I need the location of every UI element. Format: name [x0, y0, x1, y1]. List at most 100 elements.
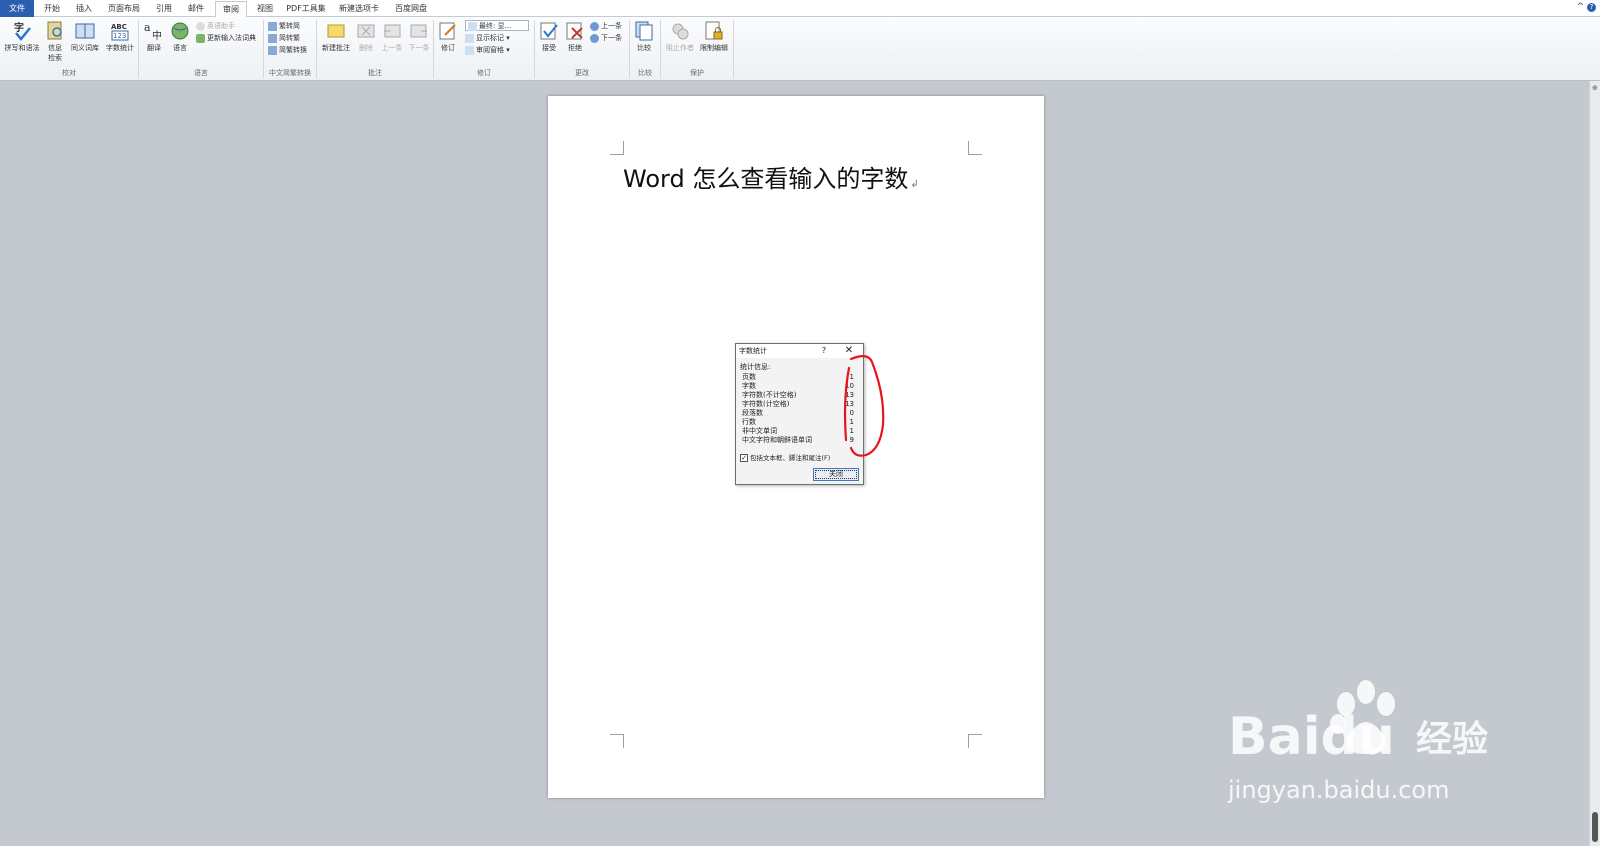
accept-button[interactable]: 接受 [537, 20, 561, 53]
to-simplified-label: 繁转简 [279, 22, 300, 30]
restrict-editing-button[interactable]: 限制编辑 [698, 20, 730, 53]
display-for-review-select[interactable]: 最终: 显... [465, 20, 529, 31]
tab-pdf-tools[interactable]: PDF工具集 [283, 1, 329, 16]
stat-label: 段落数 [742, 409, 763, 417]
new-comment-button[interactable]: 新建批注 [319, 20, 353, 53]
scrollbar-thumb[interactable] [1592, 812, 1598, 842]
track-changes-icon [439, 22, 456, 40]
next-change-button[interactable]: 下一条 [590, 33, 622, 44]
thesaurus-button[interactable]: 同义词库 [68, 20, 102, 53]
accept-label: 接受 [542, 44, 556, 52]
svg-text:123: 123 [113, 32, 126, 40]
tab-mailings[interactable]: 邮件 [182, 1, 210, 16]
close-icon[interactable]: ✕ [842, 344, 856, 358]
spelling-icon: 字 [14, 21, 31, 41]
previous-comment-label: 上一条 [381, 44, 403, 52]
tab-file[interactable]: 文件 [0, 0, 34, 17]
block-authors-button[interactable]: 阻止作者 [664, 20, 696, 53]
track-changes-label: 修订 [441, 44, 455, 52]
tab-review[interactable]: 审阅 [215, 1, 247, 18]
svg-text:中: 中 [152, 29, 162, 42]
stat-row: 页数 1 [742, 373, 854, 382]
ribbon-help-icon[interactable]: ^ ? [1577, 2, 1596, 12]
english-assistant-icon [196, 21, 205, 31]
display-review-icon [468, 21, 477, 31]
research-button[interactable]: 信息 检索 [44, 20, 66, 63]
tab-references[interactable]: 引用 [150, 1, 178, 16]
tab-new-tab[interactable]: 新建选项卡 [333, 1, 385, 16]
document-title-text: Word 怎么查看输入的字数 [623, 165, 909, 193]
stat-row: 中文字符和朝鲜语单词 9 [742, 436, 854, 445]
reviewing-pane-label: 审阅窗格 [476, 46, 504, 54]
group-separator [733, 20, 734, 78]
previous-comment-button[interactable]: 上一条 [379, 20, 405, 53]
tab-insert[interactable]: 插入 [70, 1, 98, 16]
help-icon[interactable]: ? [818, 344, 830, 358]
reject-button[interactable]: 拒绝 [563, 20, 587, 53]
research-label-1: 信息 [48, 44, 62, 52]
word-count-button[interactable]: ABC 123 字数统计 [103, 20, 137, 53]
watermark-cn: 经验 [1416, 719, 1489, 760]
margin-corner-mark [610, 734, 624, 748]
word-count-icon: ABC123 [111, 23, 129, 41]
group-label-comments: 批注 [368, 69, 382, 77]
delete-comment-icon [357, 24, 375, 38]
svg-text:字: 字 [14, 21, 24, 34]
previous-change-button[interactable]: 上一条 [590, 21, 622, 32]
group-label-language: 语言 [194, 69, 208, 77]
compare-label: 比较 [637, 44, 651, 52]
to-simplified-icon [268, 21, 277, 31]
conversion-button[interactable]: 简繁转换 [268, 45, 307, 56]
statistics-label: 统计信息: [740, 363, 771, 371]
ruler-toggle-icon[interactable]: ⊕ [1592, 85, 1599, 92]
show-markup-icon [465, 33, 474, 43]
watermark-brand: Baidu [1228, 707, 1395, 766]
translate-button[interactable]: a中 翻译 [142, 20, 166, 53]
tab-view[interactable]: 视图 [251, 1, 279, 16]
vertical-scrollbar[interactable]: ⊕ [1589, 81, 1600, 846]
stat-row: 行数 1 [742, 418, 854, 427]
tab-baidu-netdisk[interactable]: 百度网盘 [389, 1, 433, 16]
compare-button[interactable]: 比较 [632, 20, 656, 53]
stat-value: 1 [849, 427, 854, 435]
stat-label: 行数 [742, 418, 756, 426]
delete-comment-button[interactable]: 删除 [354, 20, 378, 53]
margin-corner-mark [968, 734, 982, 748]
to-simplified-button[interactable]: 繁转简 [268, 21, 300, 32]
block-authors-icon [672, 23, 689, 40]
translate-label: 翻译 [147, 44, 161, 52]
conversion-label: 简繁转换 [279, 46, 307, 54]
close-button[interactable]: 关闭 [813, 468, 859, 481]
stat-value: 1 [849, 373, 854, 381]
stat-row: 字数 10 [742, 382, 854, 391]
stat-row: 字符数(计空格) 13 [742, 400, 854, 409]
show-markup-button[interactable]: 显示标记 ▾ [465, 33, 510, 44]
document-text[interactable]: Word 怎么查看输入的字数 ↲ [623, 159, 919, 194]
to-traditional-button[interactable]: 简转繁 [268, 33, 300, 44]
tab-page-layout[interactable]: 页面布局 [102, 1, 146, 16]
stat-row: 非中文单词 1 [742, 427, 854, 436]
stat-label: 页数 [742, 373, 756, 381]
compare-icon [635, 21, 653, 41]
spelling-grammar-button[interactable]: 字 拼写和语法 [2, 20, 42, 53]
group-label-compare: 比较 [638, 69, 652, 77]
group-label-proofing: 校对 [62, 69, 76, 77]
word-count-label: 字数统计 [106, 44, 134, 52]
track-changes-button[interactable]: 修订 [436, 20, 460, 53]
reviewing-pane-button[interactable]: 审阅窗格 ▾ [465, 45, 510, 56]
reviewing-pane-icon [465, 45, 474, 55]
language-button[interactable]: 语言 [168, 20, 192, 53]
english-assistant-button[interactable]: 英语助手 [196, 21, 235, 32]
stat-label: 字符数(不计空格) [742, 391, 797, 399]
next-comment-icon [410, 24, 427, 38]
tab-home[interactable]: 开始 [38, 1, 66, 16]
word-count-dialog: 字数统计 ? ✕ 统计信息: 页数 1 字数 10 字符数(不计空格) 13 字符数(… [735, 343, 864, 485]
stat-value: 13 [845, 400, 854, 408]
svg-text:ABC: ABC [111, 23, 127, 31]
restrict-editing-lock-icon [705, 21, 723, 40]
stat-value: 13 [845, 391, 854, 399]
update-ime-dictionary-button[interactable]: 更新输入法词典 [196, 33, 256, 44]
include-textboxes-checkbox[interactable]: ✓ 包括文本框、脚注和尾注(F) [740, 452, 830, 462]
next-comment-button[interactable]: 下一条 [406, 20, 432, 53]
ribbon: 字 拼写和语法 信息 检索 同义词库 ABC 123 字数统计 校对 a中 翻译 … [0, 17, 1600, 81]
